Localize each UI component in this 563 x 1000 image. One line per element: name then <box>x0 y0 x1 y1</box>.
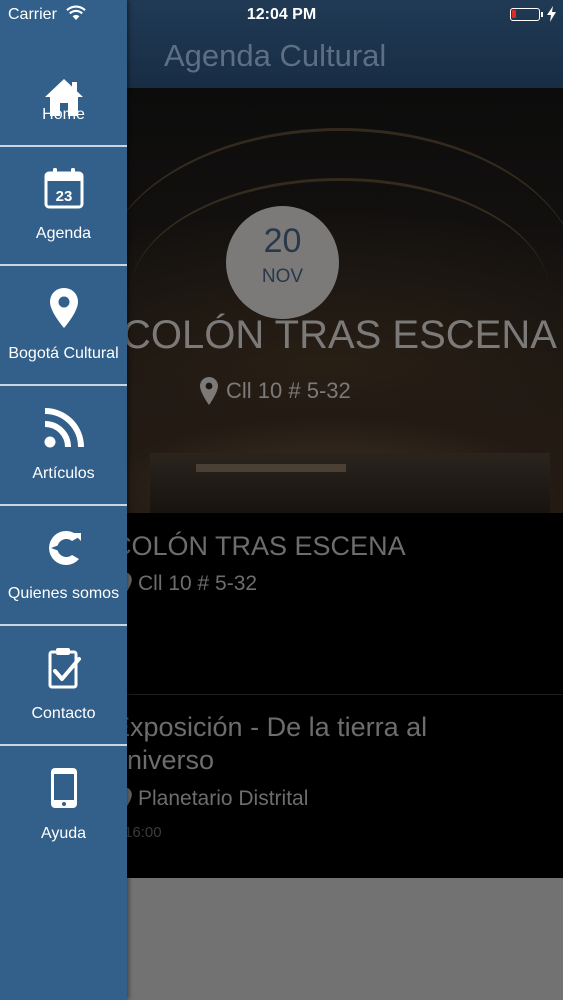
menu-item-label: Ayuda <box>40 825 87 842</box>
event-title: COLÓN TRAS ESCENA <box>112 531 406 561</box>
menu-item-agenda[interactable]: 23 Agenda <box>0 147 127 266</box>
featured-event-location: Cll 10 # 5-32 <box>200 376 351 406</box>
menu-item-contacto[interactable]: Contacto <box>0 627 127 746</box>
event-location: Cll 10 # 5-32 <box>116 569 257 599</box>
side-menu-drawer: Home 23 Agenda Bogotá Cultural Artículos <box>0 0 127 1000</box>
event-time: 16:00 <box>124 824 162 841</box>
clipboard-check-icon <box>48 648 81 689</box>
menu-item-home[interactable]: Home <box>0 28 127 147</box>
page-title: Agenda Cultural <box>164 38 387 73</box>
menu-item-quienes-somos[interactable]: Quienes somos <box>0 507 127 626</box>
calendar-icon: 23 <box>44 168 84 209</box>
stage-floor <box>150 453 550 513</box>
map-pin-icon <box>50 288 78 328</box>
status-bar: Carrier 12:04 PM <box>0 0 563 30</box>
event-venue: Planetario Distrital <box>138 787 309 810</box>
event-day: 20 <box>263 222 302 260</box>
menu-item-articulos[interactable]: Artículos <box>0 387 127 506</box>
menu-item-label: Contacto <box>31 705 96 722</box>
event-month: NOV <box>261 266 304 287</box>
battery-icon <box>510 8 540 21</box>
event-title-line-2: universo <box>112 745 215 775</box>
menu-item-ayuda[interactable]: Ayuda <box>0 747 127 866</box>
menu-item-label: Quienes somos <box>7 585 120 602</box>
event-date-badge: 20 NOV <box>226 206 339 319</box>
battery-level <box>512 10 516 18</box>
menu-item-label: Artículos <box>32 465 95 482</box>
featured-event-address: Cll 10 # 5-32 <box>226 378 351 403</box>
logo-c-icon <box>49 531 81 565</box>
smartphone-icon <box>51 768 77 808</box>
menu-item-label: Agenda <box>35 225 92 242</box>
event-location: Planetario Distrital <box>116 784 308 814</box>
map-pin-icon <box>200 377 218 405</box>
rss-icon <box>44 408 84 448</box>
menu-item-bogota-cultural[interactable]: Bogotá Cultural <box>0 267 127 386</box>
battery-cap <box>541 12 543 17</box>
event-address: Cll 10 # 5-32 <box>138 572 258 595</box>
stage-table <box>196 464 346 472</box>
calendar-day: 23 <box>56 188 73 205</box>
charging-bolt-icon <box>547 6 556 22</box>
menu-item-label: Bogotá Cultural <box>8 345 119 362</box>
event-title-line-1: Exposición - De la tierra al <box>112 712 428 742</box>
clock: 12:04 PM <box>246 6 317 23</box>
menu-item-label: Home <box>42 106 85 123</box>
featured-event-title: COLÓN TRAS ESCENA <box>122 313 557 357</box>
